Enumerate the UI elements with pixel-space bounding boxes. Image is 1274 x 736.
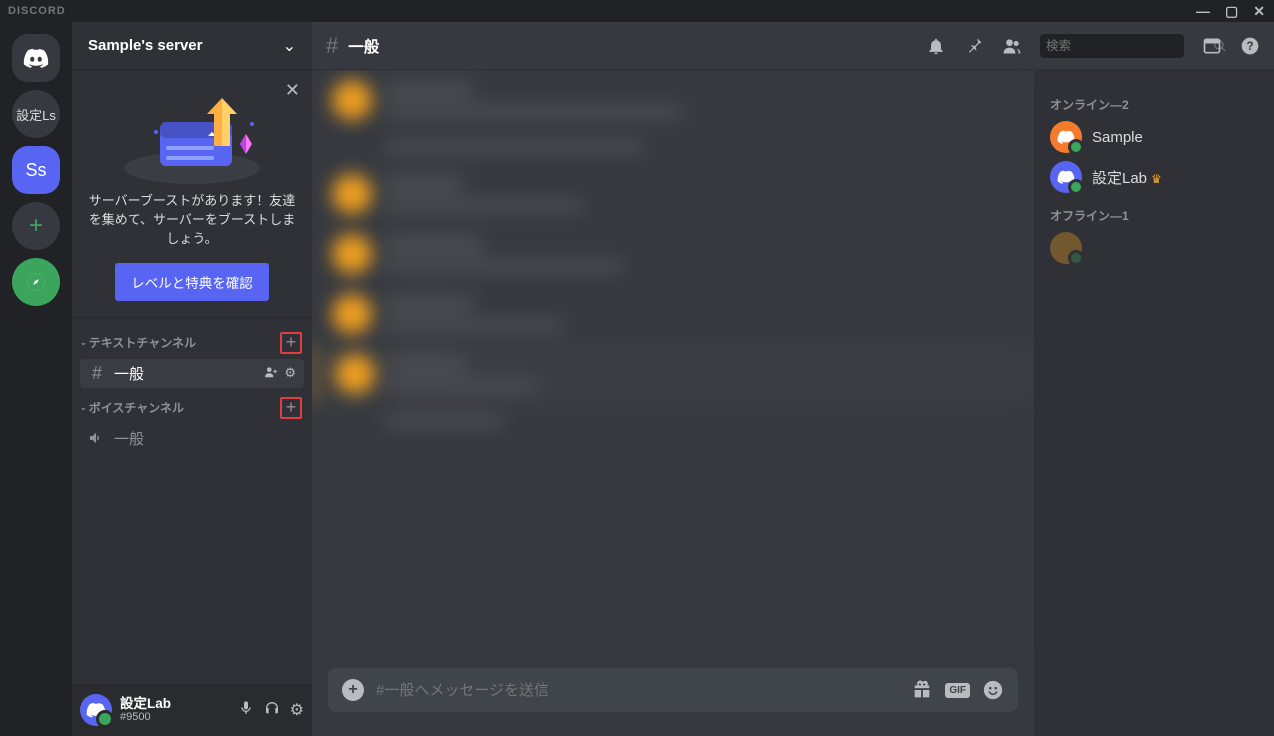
members-icon[interactable] (1002, 36, 1022, 56)
user-panel: 設定Lab #9500 ⚙ (72, 684, 312, 736)
text-category[interactable]: ⌄ テキストチャンネル + (72, 324, 312, 358)
search-box[interactable] (1040, 34, 1184, 58)
boost-illustration (88, 86, 296, 186)
chevron-down-icon: ⌄ (283, 36, 296, 56)
gif-button[interactable]: GIF (945, 683, 970, 698)
chevron-down-icon: ⌄ (80, 403, 87, 412)
guild-settings-ls[interactable]: 設定Ls (12, 90, 60, 138)
message-input[interactable] (376, 682, 899, 699)
chevron-down-icon: ⌄ (80, 338, 87, 347)
bell-icon[interactable] (926, 36, 946, 56)
inbox-icon[interactable] (1202, 36, 1222, 56)
user-tag: #9500 (120, 711, 230, 723)
channel-topbar: # 一般 ? (312, 22, 1274, 70)
messages-area (312, 70, 1034, 668)
member-offline[interactable] (1042, 228, 1266, 268)
headphones-icon[interactable] (264, 700, 280, 720)
offline-group-header: オフライン—1 (1042, 197, 1266, 228)
add-voice-channel-button[interactable]: + (280, 397, 302, 419)
members-panel: オンライン—2 Sample 設定Lab♛ オフライン—1 (1034, 70, 1274, 736)
discord-logo-icon (86, 702, 106, 718)
guild-ss[interactable]: Ss (12, 146, 60, 194)
discord-brand: DISCORD (8, 5, 66, 17)
compass-icon (26, 272, 46, 292)
online-group-header: オンライン—2 (1042, 86, 1266, 117)
help-icon[interactable]: ? (1240, 36, 1260, 56)
voice-category[interactable]: ⌄ ボイスチャンネル + (72, 389, 312, 423)
emoji-icon[interactable] (982, 679, 1004, 701)
user-avatar[interactable] (80, 694, 112, 726)
add-server-button[interactable]: + (12, 202, 60, 250)
server-name: Sample's server (88, 37, 202, 54)
boost-text: サーバーブーストがあります！友達を集めて、サーバーをブーストしましょう。 (88, 192, 296, 249)
crown-icon: ♛ (1151, 172, 1162, 186)
mic-icon[interactable] (238, 700, 254, 720)
voice-channel-general[interactable]: 一般 (80, 424, 304, 453)
channel-sidebar: Sample's server ⌄ ✕ (72, 22, 312, 736)
boost-card: ✕ サーバーブーストがあります！友達を集めて、サーバーをブー (72, 70, 312, 318)
pin-icon[interactable] (964, 36, 984, 56)
add-attachment-button[interactable]: + (342, 679, 364, 701)
channel-title: 一般 (348, 35, 916, 57)
speaker-icon (88, 430, 106, 446)
message-composer[interactable]: + GIF (328, 668, 1018, 712)
window-minimize[interactable]: — (1196, 3, 1211, 20)
window-maximize[interactable]: ▢ (1225, 3, 1239, 20)
hash-icon: # (88, 363, 106, 384)
user-name: 設定Lab (120, 697, 230, 712)
window-close[interactable]: ✕ (1253, 3, 1266, 20)
gift-icon[interactable] (911, 679, 933, 701)
add-text-channel-button[interactable]: + (280, 332, 302, 354)
gear-icon[interactable]: ⚙ (284, 365, 296, 381)
member-sample[interactable]: Sample (1042, 117, 1266, 157)
search-input[interactable] (1046, 39, 1207, 53)
member-setteilab[interactable]: 設定Lab♛ (1042, 157, 1266, 197)
server-header[interactable]: Sample's server ⌄ (72, 22, 312, 70)
discord-logo-icon (23, 48, 49, 68)
explore-button[interactable] (12, 258, 60, 306)
guilds-bar: 設定Ls Ss + (0, 22, 72, 736)
text-channel-general[interactable]: # 一般 ⚙ (80, 359, 304, 388)
hash-icon: # (326, 33, 338, 59)
settings-gear-icon[interactable]: ⚙ (290, 700, 304, 720)
boost-button[interactable]: レベルと特典を確認 (115, 263, 269, 301)
invite-icon[interactable] (264, 365, 278, 381)
home-button[interactable] (12, 34, 60, 82)
svg-text:?: ? (1246, 40, 1253, 53)
close-icon[interactable]: ✕ (285, 80, 300, 101)
